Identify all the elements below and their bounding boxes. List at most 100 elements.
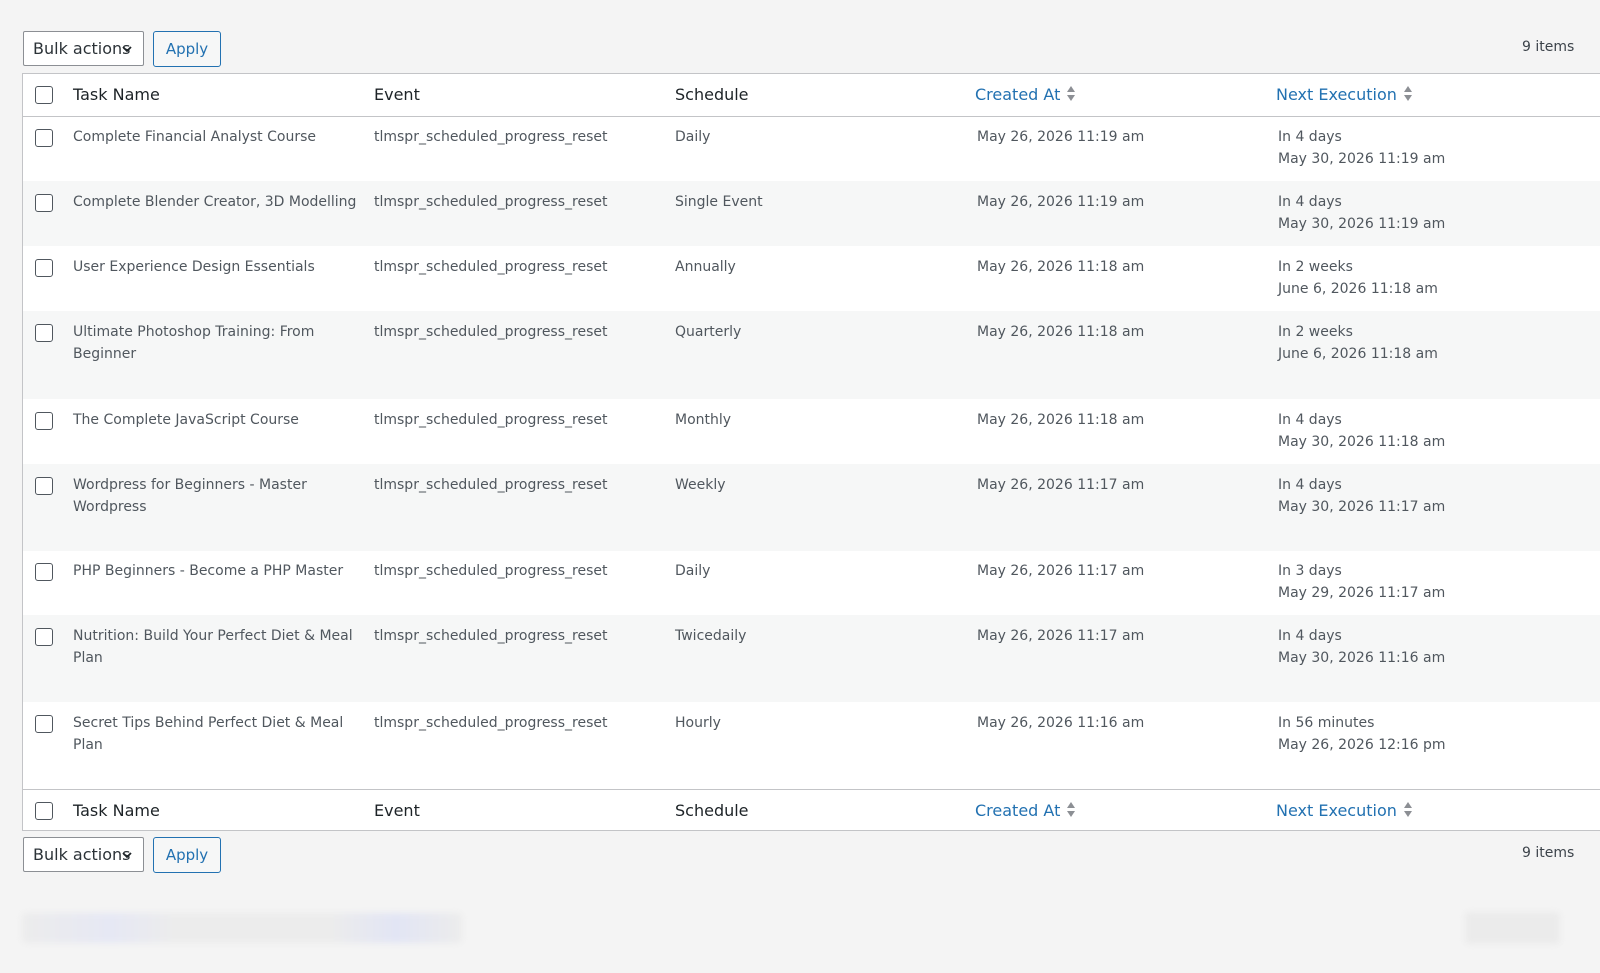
schedule: Weekly <box>675 477 726 493</box>
table-row: User Experience Design Essentials tlmspr… <box>23 246 1600 311</box>
task-list-page: Bulk actions Apply 9 items Task Name Eve… <box>0 0 1600 973</box>
table-header-row: Task Name Event Schedule Created At Next… <box>23 74 1600 117</box>
next-execution-relative: In 4 days <box>1278 412 1342 428</box>
column-footer-created-at[interactable]: Created At <box>975 800 1076 822</box>
schedule: Twicedaily <box>675 628 747 644</box>
next-execution-date: June 6, 2026 11:18 am <box>1278 281 1438 297</box>
row-checkbox[interactable] <box>35 563 53 581</box>
column-header-created-at[interactable]: Created At <box>975 84 1076 106</box>
blurred-footer-text <box>22 913 462 943</box>
table-row: Secret Tips Behind Perfect Diet & Meal P… <box>23 702 1600 789</box>
table-row: Ultimate Photoshop Training: From Beginn… <box>23 311 1600 399</box>
created-at: May 26, 2026 11:18 am <box>977 259 1145 275</box>
schedule: Annually <box>675 259 736 275</box>
next-execution-date: May 30, 2026 11:19 am <box>1278 216 1446 232</box>
next-execution-date: May 30, 2026 11:16 am <box>1278 650 1446 666</box>
next-execution-date: May 30, 2026 11:17 am <box>1278 499 1446 515</box>
next-execution-date: May 30, 2026 11:19 am <box>1278 151 1446 167</box>
column-header-task-name: Task Name <box>73 85 160 104</box>
sort-arrows-icon <box>1403 802 1412 817</box>
created-at: May 26, 2026 11:18 am <box>977 412 1145 428</box>
apply-button[interactable]: Apply <box>153 31 221 67</box>
row-checkbox[interactable] <box>35 259 53 277</box>
tasks-table: Task Name Event Schedule Created At Next… <box>22 73 1600 831</box>
next-execution-relative: In 4 days <box>1278 194 1342 210</box>
sort-arrows-icon <box>1067 802 1076 817</box>
event-name: tlmspr_scheduled_progress_reset <box>374 259 608 275</box>
chevron-down-icon <box>122 46 132 53</box>
column-footer-next-execution[interactable]: Next Execution <box>1276 800 1413 822</box>
row-checkbox[interactable] <box>35 194 53 212</box>
table-row: The Complete JavaScript Course tlmspr_sc… <box>23 399 1600 464</box>
row-checkbox[interactable] <box>35 715 53 733</box>
task-name: Wordpress for Beginners - Master Wordpre… <box>73 477 307 515</box>
next-execution-date: May 30, 2026 11:18 am <box>1278 434 1446 450</box>
column-header-next-execution[interactable]: Next Execution <box>1276 84 1413 106</box>
next-execution-relative: In 2 weeks <box>1278 324 1353 340</box>
table-footer-row: Task Name Event Schedule Created At Next… <box>23 789 1600 830</box>
table-row: PHP Beginners - Become a PHP Master tlms… <box>23 551 1600 615</box>
schedule: Quarterly <box>675 324 742 340</box>
items-count-bottom: 9 items <box>1522 845 1575 861</box>
event-name: tlmspr_scheduled_progress_reset <box>374 194 608 210</box>
event-name: tlmspr_scheduled_progress_reset <box>374 628 608 644</box>
schedule: Daily <box>675 129 711 145</box>
task-name: Secret Tips Behind Perfect Diet & Meal P… <box>73 715 344 753</box>
task-name: User Experience Design Essentials <box>73 259 315 275</box>
column-footer-event: Event <box>374 801 420 820</box>
bulk-actions-label: Bulk actions <box>33 39 131 58</box>
column-footer-schedule: Schedule <box>675 801 749 820</box>
created-at: May 26, 2026 11:16 am <box>977 715 1145 731</box>
task-name: PHP Beginners - Become a PHP Master <box>73 563 344 579</box>
event-name: tlmspr_scheduled_progress_reset <box>374 129 608 145</box>
sort-arrows-icon <box>1403 86 1412 101</box>
event-name: tlmspr_scheduled_progress_reset <box>374 563 608 579</box>
task-name: Nutrition: Build Your Perfect Diet & Mea… <box>73 628 353 666</box>
task-name: Ultimate Photoshop Training: From Beginn… <box>73 324 315 362</box>
column-footer-next-execution-label: Next Execution <box>1276 801 1397 820</box>
bulk-actions-select[interactable]: Bulk actions <box>23 31 144 66</box>
event-name: tlmspr_scheduled_progress_reset <box>374 477 608 493</box>
sort-arrows-icon <box>1067 86 1076 101</box>
task-name: Complete Blender Creator, 3D Modelling <box>73 194 357 210</box>
schedule: Monthly <box>675 412 732 428</box>
column-footer-created-at-label: Created At <box>975 801 1061 820</box>
row-checkbox[interactable] <box>35 324 53 342</box>
column-header-schedule: Schedule <box>675 85 749 104</box>
row-checkbox[interactable] <box>35 628 53 646</box>
created-at: May 26, 2026 11:19 am <box>977 194 1145 210</box>
created-at: May 26, 2026 11:17 am <box>977 563 1145 579</box>
row-checkbox[interactable] <box>35 477 53 495</box>
next-execution-relative: In 4 days <box>1278 129 1342 145</box>
row-checkbox[interactable] <box>35 412 53 430</box>
next-execution-relative: In 4 days <box>1278 477 1342 493</box>
bulk-actions-label: Bulk actions <box>33 845 131 864</box>
event-name: tlmspr_scheduled_progress_reset <box>374 324 608 340</box>
created-at: May 26, 2026 11:17 am <box>977 628 1145 644</box>
table-row: Nutrition: Build Your Perfect Diet & Mea… <box>23 615 1600 702</box>
row-checkbox[interactable] <box>35 129 53 147</box>
select-all-checkbox-footer[interactable] <box>35 802 53 820</box>
next-execution-date: May 29, 2026 11:17 am <box>1278 585 1446 601</box>
chevron-down-icon <box>122 852 132 859</box>
select-all-checkbox[interactable] <box>35 86 53 104</box>
column-header-created-at-label: Created At <box>975 85 1061 104</box>
event-name: tlmspr_scheduled_progress_reset <box>374 412 608 428</box>
table-row: Complete Blender Creator, 3D Modelling t… <box>23 181 1600 246</box>
apply-button-bottom[interactable]: Apply <box>153 837 221 873</box>
items-count: 9 items <box>1522 39 1575 55</box>
column-header-event: Event <box>374 85 420 104</box>
created-at: May 26, 2026 11:18 am <box>977 324 1145 340</box>
schedule: Single Event <box>675 194 763 210</box>
tablenav-bottom: Bulk actions Apply 9 items <box>23 837 1600 875</box>
next-execution-date: June 6, 2026 11:18 am <box>1278 346 1438 362</box>
bulk-actions-select-bottom[interactable]: Bulk actions <box>23 837 144 872</box>
table-row: Wordpress for Beginners - Master Wordpre… <box>23 464 1600 551</box>
next-execution-relative: In 2 weeks <box>1278 259 1353 275</box>
event-name: tlmspr_scheduled_progress_reset <box>374 715 608 731</box>
next-execution-relative: In 56 minutes <box>1278 715 1375 731</box>
schedule: Hourly <box>675 715 721 731</box>
created-at: May 26, 2026 11:19 am <box>977 129 1145 145</box>
task-name: Complete Financial Analyst Course <box>73 129 316 145</box>
created-at: May 26, 2026 11:17 am <box>977 477 1145 493</box>
